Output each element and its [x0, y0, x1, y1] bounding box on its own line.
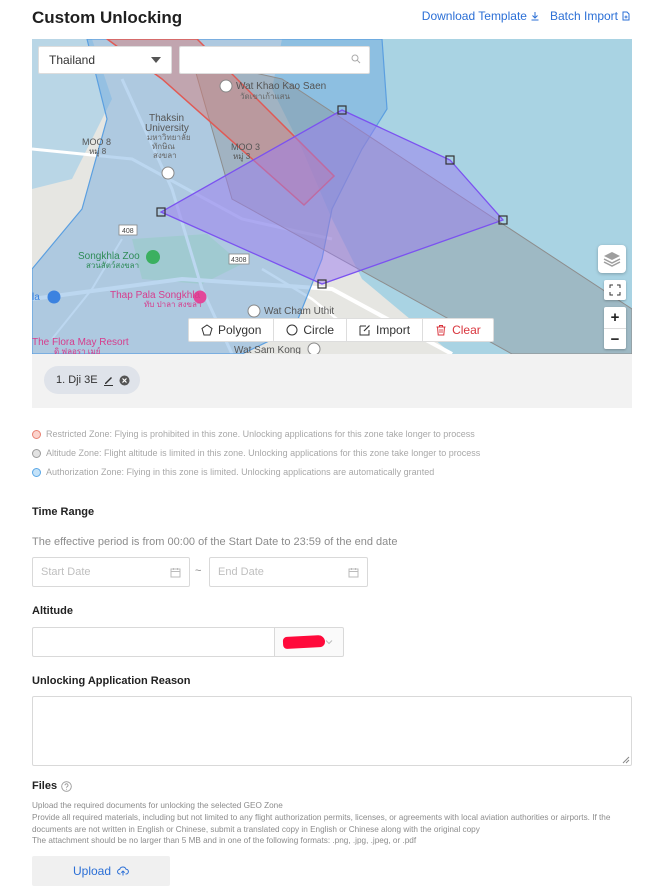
- legend-altitude: Altitude Zone: Flight altitude is limite…: [32, 448, 480, 458]
- map-label-wat-khao: Wat Khao Kao Saen: [236, 81, 326, 92]
- circle-tool-label: Circle: [303, 323, 335, 337]
- legend-authorization-text: Authorization Zone: Flying in this zone …: [46, 467, 435, 477]
- map-label-wat-sam: Wat Sam Kong: [234, 345, 301, 354]
- map-canvas[interactable]: Wat Khao Kao Saen วัดเขาเก้าแสน Thaksin …: [32, 39, 632, 354]
- import-tool-button[interactable]: Import: [347, 319, 424, 341]
- files-description: Upload the required documents for unlock…: [32, 800, 632, 847]
- circle-tool-button[interactable]: Circle: [274, 319, 348, 341]
- legend-restricted-text: Restricted Zone: Flying is prohibited in…: [46, 429, 475, 439]
- circle-icon: [286, 324, 298, 336]
- calendar-icon: [348, 567, 359, 577]
- expand-icon: [609, 284, 621, 296]
- map-label-wat-khao-th: วัดเขาเก้าแสน: [240, 92, 290, 101]
- map-label-wat-cham: Wat Cham Uthit: [264, 306, 334, 317]
- map-search-input[interactable]: [179, 46, 370, 74]
- files-desc-line3: The attachment should be no larger than …: [32, 836, 417, 846]
- chevron-down-icon: [325, 640, 333, 645]
- batch-import-label: Batch Import: [549, 9, 618, 23]
- authorization-zone-dot: [32, 467, 41, 477]
- map-label-thaksin-th2: ทักษิณ: [152, 142, 175, 151]
- cloud-upload-icon: [117, 866, 129, 876]
- files-desc-line1: Upload the required documents for unlock…: [32, 801, 283, 810]
- map-label-thap-pala-th: ทับ ปาลา สงขลา: [144, 300, 201, 309]
- country-select-value: Thailand: [49, 53, 96, 67]
- zoom-out-button[interactable]: −: [604, 328, 626, 349]
- upload-label: Upload: [72, 864, 112, 878]
- start-date-placeholder: Start Date: [41, 566, 91, 578]
- clear-tool-button[interactable]: Clear: [423, 319, 493, 341]
- end-date-placeholder: End Date: [218, 566, 264, 578]
- fullscreen-button[interactable]: [604, 280, 626, 300]
- time-range-helper: The effective period is from 00:00 of th…: [32, 536, 398, 548]
- map-label-road-4308: 4308: [231, 257, 247, 264]
- restricted-zone-dot: [32, 429, 41, 439]
- polygon-tool-button[interactable]: Polygon: [189, 319, 275, 341]
- redacted-unit-value: [282, 634, 326, 650]
- search-icon: [351, 54, 361, 64]
- map-label-la: la: [32, 292, 40, 303]
- map-label-thaksin-th1: มหาวิทยาลัย: [147, 133, 191, 142]
- polygon-tool-label: Polygon: [218, 323, 262, 337]
- altitude-zone-dot: [32, 448, 41, 458]
- close-circle-icon[interactable]: [119, 375, 130, 386]
- altitude-input[interactable]: [32, 627, 275, 657]
- legend-restricted: Restricted Zone: Flying is prohibited in…: [32, 429, 475, 439]
- country-select[interactable]: Thailand: [38, 46, 172, 74]
- map-label-moo8-th: หมู่ 8: [89, 147, 107, 157]
- map-label-zoo-th: สวนสัตว์สงขลา: [86, 260, 139, 270]
- download-template-link[interactable]: Download Template: [422, 9, 540, 23]
- start-date-input[interactable]: Start Date: [32, 557, 190, 587]
- zone-chip[interactable]: 1. Dji 3E: [44, 366, 140, 394]
- altitude-label: Altitude: [32, 605, 73, 617]
- zoom-controls: + −: [604, 307, 626, 349]
- import-tool-label: Import: [376, 323, 411, 337]
- map-layer[interactable]: Wat Khao Kao Saen วัดเขาเก้าแสน Thaksin …: [32, 39, 632, 354]
- map-label-thaksin-th3: สงขลา: [153, 151, 177, 160]
- file-import-icon: [622, 11, 630, 21]
- header-actions: Download Template Batch Import: [422, 9, 631, 23]
- clear-tool-label: Clear: [452, 323, 481, 337]
- polygon-icon: [201, 324, 213, 336]
- map-layers-button[interactable]: [598, 245, 626, 273]
- draw-toolbar: Polygon Circle Import Clear: [188, 318, 494, 342]
- batch-import-link[interactable]: Batch Import: [550, 9, 631, 23]
- files-label-row: Files: [32, 780, 72, 792]
- caret-down-icon: [151, 57, 161, 63]
- legend-authorization: Authorization Zone: Flying in this zone …: [32, 467, 434, 477]
- zoom-in-button[interactable]: +: [604, 307, 626, 328]
- map-label-moo8: MOO 8: [82, 137, 111, 147]
- map-label-flora-th: ดิ ฟลอรา เมย์: [54, 346, 101, 354]
- page-title: Custom Unlocking: [32, 8, 183, 27]
- download-icon: [531, 12, 539, 21]
- reason-label: Unlocking Application Reason: [32, 675, 191, 687]
- legend-altitude-text: Altitude Zone: Flight altitude is limite…: [46, 448, 481, 458]
- zone-chip-label: 1. Dji 3E: [56, 374, 98, 386]
- files-desc-line2: Provide all required materials, includin…: [32, 812, 611, 834]
- resize-handle-icon[interactable]: [621, 755, 630, 764]
- files-label: Files: [32, 780, 58, 792]
- edit-import-icon: [359, 325, 370, 336]
- zone-list: 1. Dji 3E: [32, 354, 632, 408]
- map-label-moo3-th: หมู่ 3: [233, 152, 251, 162]
- trash-icon: [436, 325, 446, 336]
- layers-icon: [603, 252, 621, 267]
- end-date-input[interactable]: End Date: [209, 557, 368, 587]
- help-circle-icon[interactable]: [61, 780, 72, 792]
- time-range-label: Time Range: [32, 506, 95, 518]
- date-separator: ~: [195, 565, 202, 577]
- calendar-icon: [170, 567, 181, 577]
- map-label-road-408: 408: [122, 228, 134, 235]
- edit-icon[interactable]: [103, 375, 114, 386]
- map-label-moo3: MOO 3: [231, 142, 260, 152]
- download-template-label: Download Template: [421, 9, 527, 23]
- upload-button[interactable]: Upload: [32, 856, 170, 886]
- reason-textarea[interactable]: [32, 696, 632, 766]
- altitude-unit-select[interactable]: [274, 627, 344, 657]
